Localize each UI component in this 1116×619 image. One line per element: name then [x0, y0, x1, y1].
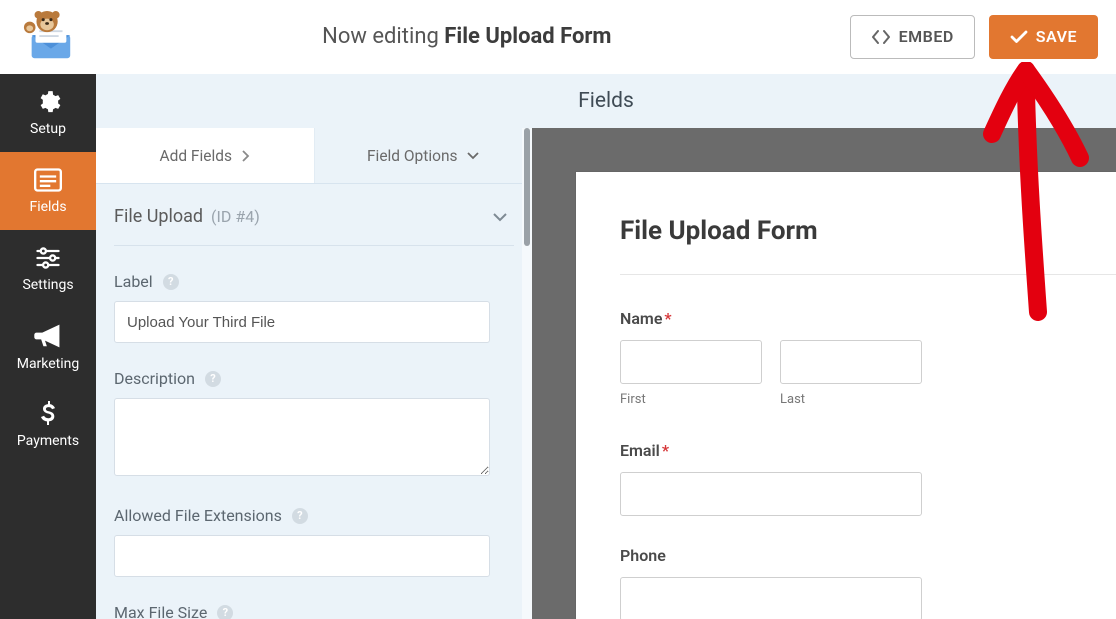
sidebar-item-settings[interactable]: Settings [0, 230, 96, 308]
tab-add-fields[interactable]: Add Fields [96, 128, 314, 183]
sidebar-item-label: Setup [30, 121, 66, 137]
email-input[interactable] [620, 472, 922, 516]
tab-field-options[interactable]: Field Options [314, 128, 533, 183]
form-preview-area: File Upload Form Name* First Last Email* [532, 128, 1116, 619]
sidebar-item-payments[interactable]: Payments [0, 386, 96, 464]
name-field-label: Name* [620, 309, 1116, 328]
sidebar-item-marketing[interactable]: Marketing [0, 308, 96, 386]
megaphone-icon [32, 322, 64, 350]
save-button[interactable]: SAVE [989, 15, 1098, 59]
form-icon [34, 167, 62, 193]
chevron-down-icon [492, 211, 508, 223]
sidebar-item-setup[interactable]: Setup [0, 74, 96, 152]
section-header-label: Fields [578, 89, 634, 113]
dollar-icon [34, 401, 62, 427]
sidebar-item-label: Marketing [17, 356, 80, 372]
maxsize-caption: Max File Size [114, 603, 207, 619]
page-title: Now editing File Upload Form [84, 24, 850, 49]
help-icon[interactable]: ? [217, 605, 233, 619]
embed-button[interactable]: EMBED [850, 15, 975, 59]
field-type-name: File Upload [114, 206, 203, 227]
sidebar-item-label: Fields [29, 199, 66, 215]
label-input[interactable] [114, 301, 490, 343]
sidebar-item-label: Settings [22, 277, 73, 293]
label-caption: Label [114, 272, 153, 291]
group-extensions: Allowed File Extensions ? [114, 506, 514, 577]
chevron-right-icon [240, 150, 250, 162]
panel-body: File Upload (ID #4) Label ? Description … [96, 184, 522, 619]
required-mark: * [664, 309, 671, 328]
group-maxsize: Max File Size ? [114, 603, 514, 619]
form-preview[interactable]: File Upload Form Name* First Last Email* [576, 172, 1116, 619]
app-logo [14, 9, 84, 65]
description-caption: Description [114, 369, 195, 388]
panel-tabs: Add Fields Field Options [96, 128, 532, 184]
embed-label: EMBED [899, 27, 954, 46]
name-field-row: First Last [620, 340, 1116, 407]
help-icon[interactable]: ? [163, 274, 179, 290]
preview-form-title: File Upload Form [620, 216, 1116, 275]
save-label: SAVE [1036, 27, 1077, 46]
tab-field-options-label: Field Options [367, 147, 458, 165]
email-field: Email* [620, 441, 1116, 516]
email-field-label: Email* [620, 441, 1116, 460]
first-sublabel: First [620, 392, 762, 407]
sidebar-item-label: Payments [17, 433, 79, 449]
sidebar: Setup Fields Settings Marketing Payments [0, 74, 96, 619]
field-id: (ID #4) [211, 207, 260, 226]
extensions-caption: Allowed File Extensions [114, 506, 282, 525]
check-icon [1010, 30, 1028, 44]
group-label: Label ? [114, 272, 514, 343]
required-mark: * [662, 441, 669, 460]
chevron-down-icon [466, 151, 480, 161]
field-options-panel: Add Fields Field Options File Upload (ID… [96, 128, 532, 619]
last-sublabel: Last [780, 392, 922, 407]
first-name-input[interactable] [620, 340, 762, 384]
description-input[interactable] [114, 398, 490, 476]
panel-scrollbar[interactable] [522, 128, 532, 619]
phone-field: Phone [620, 546, 1116, 619]
extensions-input[interactable] [114, 535, 490, 577]
editing-prefix: Now editing [322, 24, 444, 49]
section-header: Fields [96, 74, 1116, 128]
field-header-toggle[interactable]: File Upload (ID #4) [114, 184, 514, 246]
phone-field-label: Phone [620, 546, 1116, 565]
top-bar: Now editing File Upload Form EMBED SAVE [0, 0, 1116, 74]
form-name: File Upload Form [444, 24, 611, 49]
top-actions: EMBED SAVE [850, 15, 1098, 59]
code-icon [871, 29, 891, 45]
group-description: Description ? [114, 369, 514, 480]
phone-input[interactable] [620, 577, 922, 619]
help-icon[interactable]: ? [205, 371, 221, 387]
tab-add-fields-label: Add Fields [159, 147, 232, 165]
last-name-input[interactable] [780, 340, 922, 384]
sidebar-item-fields[interactable]: Fields [0, 152, 96, 230]
scrollbar-thumb[interactable] [524, 128, 530, 246]
help-icon[interactable]: ? [292, 508, 308, 524]
builder-area: Add Fields Field Options File Upload (ID… [96, 128, 1116, 619]
gear-icon [34, 89, 62, 115]
sliders-icon [34, 245, 62, 271]
